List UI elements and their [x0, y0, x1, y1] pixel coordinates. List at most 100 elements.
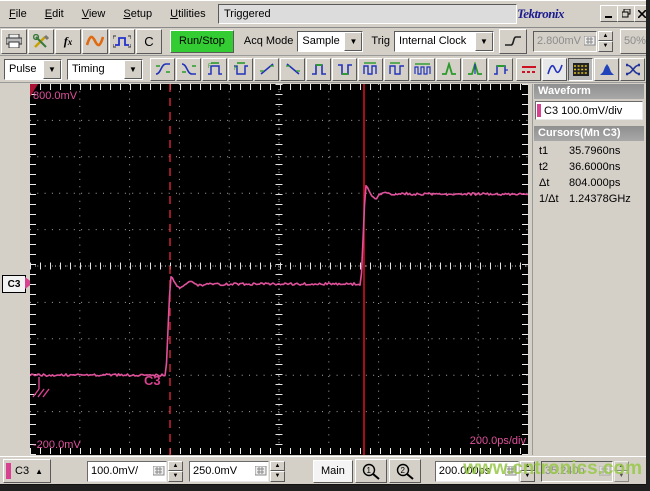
tools-button[interactable]	[28, 28, 54, 54]
pulse-button[interactable]	[109, 28, 135, 54]
zoom-1-button[interactable]: 1	[354, 459, 387, 483]
histogram-view-button[interactable]	[594, 57, 619, 81]
trig-slope-button[interactable]	[498, 28, 527, 54]
chevron-down-icon[interactable]: ▼	[344, 31, 363, 51]
meas-burst-button[interactable]	[410, 57, 435, 81]
zoom-2-button[interactable]: 2	[388, 459, 421, 483]
menu-bar: File Edit View Setup Utilities Help Trig…	[0, 0, 646, 28]
set-50pct-button[interactable]: 50%	[619, 28, 646, 54]
magnifier-1-icon: 1	[362, 463, 380, 480]
waveform-view-button[interactable]	[542, 57, 567, 81]
meas-rising-slew-button[interactable]	[254, 57, 279, 81]
step-up-icon[interactable]: ▲	[613, 460, 629, 471]
menu-view[interactable]: View	[73, 5, 115, 23]
flatness-icon	[493, 65, 508, 75]
meas-category-select[interactable]: Pulse ▼	[4, 58, 62, 80]
meas-neg-peak-button[interactable]	[462, 57, 487, 81]
wave-icon	[86, 35, 104, 47]
meas-pos-peak-button[interactable]	[436, 57, 461, 81]
meas-flatness-button[interactable]	[488, 57, 513, 81]
minimize-button[interactable]	[600, 5, 618, 22]
step-up-icon[interactable]: ▲	[168, 460, 183, 471]
grid-view-button[interactable]	[568, 57, 593, 81]
svg-text:2: 2	[400, 466, 405, 475]
trig-source-select[interactable]: Internal Clock ▼	[393, 30, 494, 52]
keypad-icon[interactable]	[583, 36, 596, 46]
restore-button[interactable]	[617, 5, 635, 22]
timebase-stepper[interactable]: ▲ ▼	[519, 460, 535, 482]
waveform-channel-entry[interactable]: C3 100.0mV/div	[535, 101, 643, 120]
meas-falling-slew-button[interactable]	[280, 57, 305, 81]
readout-value: 1.24378GHz	[569, 193, 631, 205]
meas-pos-width-button[interactable]: F	[202, 57, 227, 81]
trig-level-spinner[interactable]: 2.800mV	[532, 30, 597, 52]
tools-icon	[33, 33, 49, 48]
vertical-offset-spinner[interactable]: 250.0mV	[189, 460, 269, 482]
readout-row: t2 36.6000ns	[533, 159, 645, 175]
meas-pos-pulse-button[interactable]	[306, 57, 331, 81]
channel-select-button[interactable]: C3 ▲	[3, 459, 51, 483]
math-button[interactable]: fx	[55, 28, 81, 54]
meas-neg-width-button[interactable]: F	[228, 57, 253, 81]
readout-row: 1/Δt 1.24378GHz	[533, 191, 645, 207]
acq-mode-select[interactable]: Sample ▼	[297, 30, 364, 52]
meas-rise-time-button[interactable]	[150, 57, 175, 81]
channel-position-marker[interactable]: C3	[2, 275, 33, 293]
period-icon	[362, 62, 377, 75]
step-down-icon[interactable]: ▼	[613, 471, 629, 482]
keypad-icon[interactable]	[255, 466, 267, 476]
step-down-icon[interactable]: ▼	[270, 471, 285, 482]
meas-frequency-button[interactable]	[384, 57, 409, 81]
readout-value: 36.6000ns	[569, 161, 621, 173]
readout-sidebar: Waveform C3 100.0mV/div Cursors(Mn C3) t…	[532, 84, 645, 455]
frequency-icon	[388, 62, 404, 75]
measurement-toolbar: Pulse ▼ Timing ▼ F F	[0, 56, 646, 83]
step-down-icon[interactable]: ▼	[519, 471, 535, 482]
meas-period-button[interactable]	[358, 57, 383, 81]
readout-row: Δt 804.000ps	[533, 175, 645, 191]
chevron-down-icon[interactable]: ▼	[474, 31, 493, 51]
channel-color-bar	[6, 463, 11, 479]
tektronix-logo: Tektronix	[517, 6, 565, 21]
burst-icon	[413, 63, 431, 75]
keypad-icon[interactable]	[153, 466, 165, 476]
meas-fall-time-button[interactable]	[176, 57, 201, 81]
main-timebase-button[interactable]: Main	[313, 459, 353, 483]
meas-neg-pulse-button[interactable]	[332, 57, 357, 81]
horizontal-position-spinner[interactable]: 35.240n	[540, 460, 613, 482]
timebase-spinner[interactable]: 200.000ps	[434, 460, 519, 482]
menu-setup[interactable]: Setup	[114, 5, 161, 23]
rising-edge-icon	[504, 36, 521, 46]
menu-file[interactable]: File	[0, 5, 36, 23]
eye-diagram-view-button[interactable]	[620, 57, 645, 81]
run-stop-button[interactable]: Run/Stop	[170, 29, 234, 53]
chevron-down-icon[interactable]: ▼	[124, 59, 142, 79]
vertical-scale-stepper[interactable]: ▲ ▼	[168, 460, 183, 482]
menu-utilities[interactable]: Utilities	[161, 5, 214, 23]
vertical-scale-spinner[interactable]: 100.0mV/	[87, 460, 167, 482]
step-up-icon[interactable]: ▲	[519, 460, 535, 471]
ground-reference-icon	[32, 377, 50, 398]
step-up-icon[interactable]: ▲	[270, 460, 285, 471]
oscilloscope-window: File Edit View Setup Utilities Help Trig…	[0, 0, 650, 491]
waveform-plot[interactable]: 800.0mV -200.0mV 200.0ps/div C3	[30, 84, 528, 455]
svg-text:F: F	[234, 66, 238, 72]
step-down-icon[interactable]: ▼	[168, 471, 183, 482]
trig-label: Trig	[371, 35, 390, 47]
cursors-view-button[interactable]	[516, 57, 541, 81]
print-button[interactable]	[1, 28, 27, 54]
clear-button[interactable]: C	[136, 28, 162, 54]
keypad-icon[interactable]	[598, 466, 611, 476]
vertical-offset-stepper[interactable]: ▲ ▼	[270, 460, 285, 482]
keypad-icon[interactable]	[504, 466, 517, 476]
trig-level-stepper[interactable]: ▲ ▼	[597, 30, 613, 52]
waveform-button[interactable]	[82, 28, 108, 54]
meas-group-select[interactable]: Timing ▼	[67, 58, 143, 80]
step-down-icon[interactable]: ▼	[597, 41, 613, 52]
chevron-down-icon[interactable]: ▼	[43, 59, 61, 79]
menu-edit[interactable]: Edit	[36, 5, 73, 23]
timebase-label: 200.0ps/div	[470, 435, 527, 447]
horizontal-position-stepper[interactable]: ▲ ▼	[613, 460, 629, 482]
close-button[interactable]	[634, 5, 646, 22]
step-up-icon[interactable]: ▲	[597, 30, 613, 41]
